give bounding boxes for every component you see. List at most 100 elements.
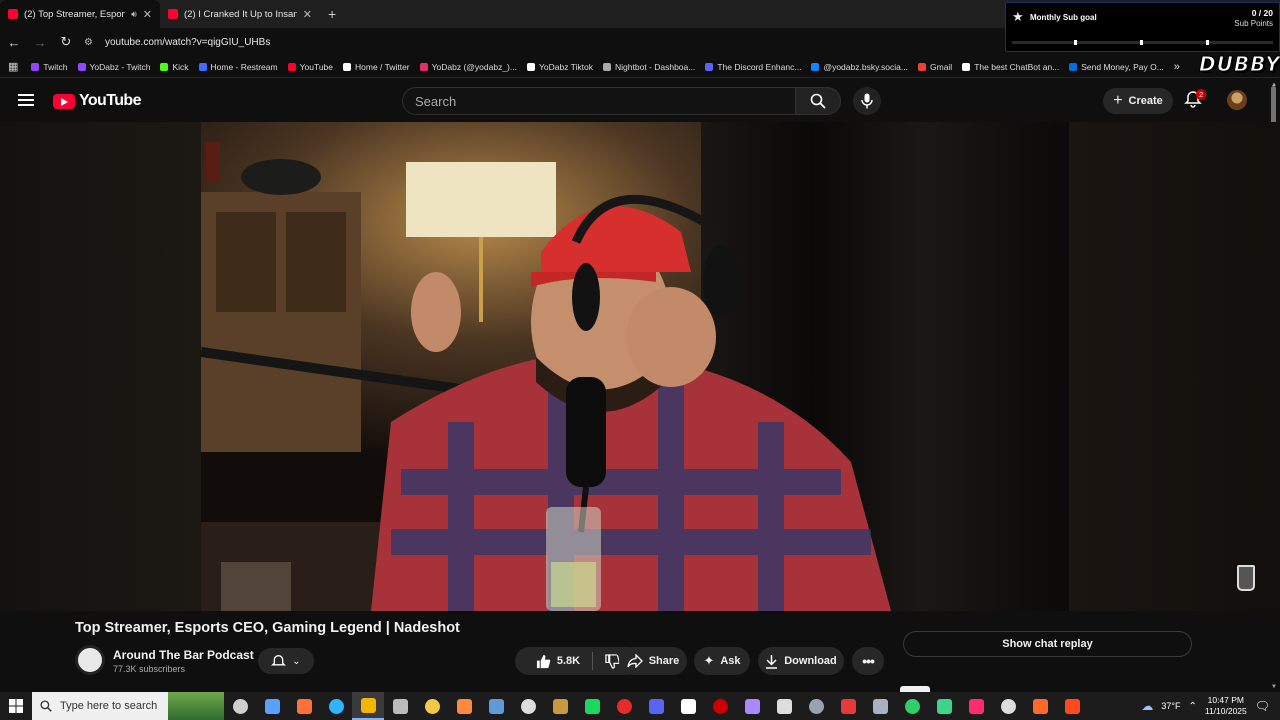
channel-name[interactable]: Around The Bar Podcast [113, 648, 254, 662]
search-button[interactable] [795, 87, 841, 115]
more-actions-button[interactable]: ••• [852, 647, 884, 675]
app-icon[interactable] [608, 692, 640, 720]
url-field[interactable]: youtube.com/watch?v=qigGIU_UHBs [105, 37, 270, 48]
share-button[interactable]: Share [619, 647, 687, 675]
close-tab-icon[interactable]: ✕ [303, 8, 312, 21]
bookmark-item[interactable]: YoDabz (@yodabz_)... [415, 62, 522, 72]
notification-center-icon[interactable]: 🗨︎ [1255, 699, 1270, 713]
bookmark-item[interactable]: Home / Twitter [338, 62, 415, 72]
bookmarks-bar: ▦ Twitch YoDabz - Twitch Kick Home - Restre… [0, 56, 1280, 78]
forward-arrow-icon[interactable]: → [32, 35, 48, 50]
bookmark-item[interactable]: Twitch [26, 62, 72, 72]
bookmark-item[interactable]: Send Money, Pay O... [1064, 62, 1169, 72]
bookmark-item[interactable]: The best ChatBot an... [957, 62, 1064, 72]
speaker-icon[interactable]: 🔊︎ [131, 9, 137, 20]
tray-overflow-chevron-icon[interactable]: ⌃ [1188, 701, 1196, 712]
bookmark-item[interactable]: Nightbot - Dashboa... [598, 62, 700, 72]
app-icon[interactable] [992, 692, 1024, 720]
create-label: Create [1128, 95, 1163, 107]
chevron-down-icon: ⌄ [292, 655, 301, 667]
more-horizontal-icon: ••• [862, 653, 875, 669]
app-icon[interactable] [736, 692, 768, 720]
bookmark-item[interactable]: YouTube [283, 62, 338, 72]
app-icon[interactable] [864, 692, 896, 720]
system-clock[interactable]: 10:47 PM 11/10/2025 [1205, 695, 1247, 717]
tiktok-icon[interactable] [960, 692, 992, 720]
discord-icon[interactable] [640, 692, 672, 720]
bookmarks-more-icon[interactable]: » [1169, 61, 1185, 73]
settings-icon[interactable] [768, 692, 800, 720]
search-input[interactable]: Search [402, 87, 796, 115]
close-tab-icon[interactable]: ✕ [143, 8, 152, 21]
app-icon[interactable] [1056, 692, 1088, 720]
weather-icon[interactable]: ☁ [1141, 699, 1153, 713]
ask-label: Ask [720, 655, 741, 667]
file-explorer-icon[interactable] [416, 692, 448, 720]
app-icon[interactable] [896, 692, 928, 720]
bookmark-item[interactable]: The Discord Enhanc... [700, 62, 806, 72]
create-button[interactable]: + Create [1103, 88, 1173, 114]
browser-tab-active[interactable]: (2) Top Streamer, Esports C 🔊︎ ✕ [0, 0, 160, 28]
subscribed-bell-button[interactable]: ⌄ [258, 648, 314, 674]
like-button[interactable]: 5.8K [536, 654, 580, 669]
task-view-icon[interactable] [224, 692, 256, 720]
ambient-glow-right [1069, 122, 1280, 611]
video-frame[interactable] [201, 122, 1069, 611]
spotify-icon[interactable] [576, 692, 608, 720]
show-chat-replay-button[interactable]: Show chat replay [903, 631, 1192, 657]
user-avatar[interactable] [1227, 90, 1247, 110]
bookmark-favicon-icon [77, 62, 86, 71]
app-icon[interactable] [832, 692, 864, 720]
app-icon[interactable] [800, 692, 832, 720]
bookmark-item[interactable]: YoDabz - Twitch [73, 62, 156, 72]
bookmark-label: Send Money, Pay O... [1081, 61, 1164, 72]
bookmark-label: Kick [172, 61, 189, 72]
menu-icon[interactable] [18, 94, 34, 106]
app-icon[interactable] [544, 692, 576, 720]
bookmark-item[interactable]: @yodabz.bsky.socia... [806, 62, 913, 72]
voice-search-button[interactable] [853, 87, 881, 115]
youtube-play-icon [53, 93, 75, 109]
like-count: 5.8K [556, 655, 581, 667]
edge-icon[interactable] [320, 692, 352, 720]
thumbs-down-icon[interactable] [605, 653, 620, 669]
download-button[interactable]: Download [758, 647, 844, 675]
chrome-icon[interactable] [352, 692, 384, 720]
steam-icon[interactable] [480, 692, 512, 720]
app-icon[interactable] [928, 692, 960, 720]
back-arrow-icon[interactable]: ← [6, 35, 22, 50]
firefox-icon[interactable] [288, 692, 320, 720]
youtube-logo[interactable]: YouTube [53, 92, 141, 110]
app-icon[interactable] [704, 692, 736, 720]
clock-date: 11/10/2025 [1204, 706, 1247, 716]
bookmark-item[interactable]: Home - Restream [194, 62, 283, 72]
epic-games-icon[interactable] [512, 692, 544, 720]
scroll-down-arrow-icon[interactable]: ▼ [1271, 684, 1277, 690]
sub-goal-title: Monthly Sub goal [1030, 13, 1097, 22]
site-info-icon[interactable]: ⚙ [84, 37, 93, 48]
app-icon[interactable] [1024, 692, 1056, 720]
bookmark-favicon-icon [811, 62, 820, 71]
bookmark-favicon-icon [918, 62, 926, 71]
apps-grid-icon[interactable]: ▦ [6, 60, 26, 73]
taskbar-search-input[interactable]: Type here to search [32, 692, 224, 720]
bookmark-item[interactable]: Gmail [913, 62, 957, 72]
reload-icon[interactable]: ↻ [58, 34, 74, 50]
ask-button[interactable]: ✦ Ask [694, 647, 750, 675]
bookmark-favicon-icon [603, 62, 612, 71]
weather-temp[interactable]: 37°F [1161, 701, 1180, 711]
windows-start-icon[interactable] [0, 692, 32, 720]
obs-icon[interactable] [384, 692, 416, 720]
new-tab-icon[interactable]: + [320, 6, 344, 22]
bookmark-label: YoDabz (@yodabz_)... [431, 61, 517, 72]
windows-taskbar: Type here to search ☁ 37°F ⌃ 10:47 PM 11… [0, 692, 1280, 720]
bookmark-item[interactable]: Kick [155, 62, 193, 72]
channel-avatar[interactable] [75, 645, 105, 675]
tiktok-icon[interactable] [672, 692, 704, 720]
app-icon[interactable] [448, 692, 480, 720]
bookmark-favicon-icon [160, 62, 169, 71]
bookmark-favicon-icon [198, 62, 207, 71]
browser-tab[interactable]: (2) I Cranked It Up to Insane N ✕ [160, 0, 320, 28]
copilot-icon[interactable] [256, 692, 288, 720]
bookmark-item[interactable]: YoDabz Tiktok [522, 62, 598, 72]
